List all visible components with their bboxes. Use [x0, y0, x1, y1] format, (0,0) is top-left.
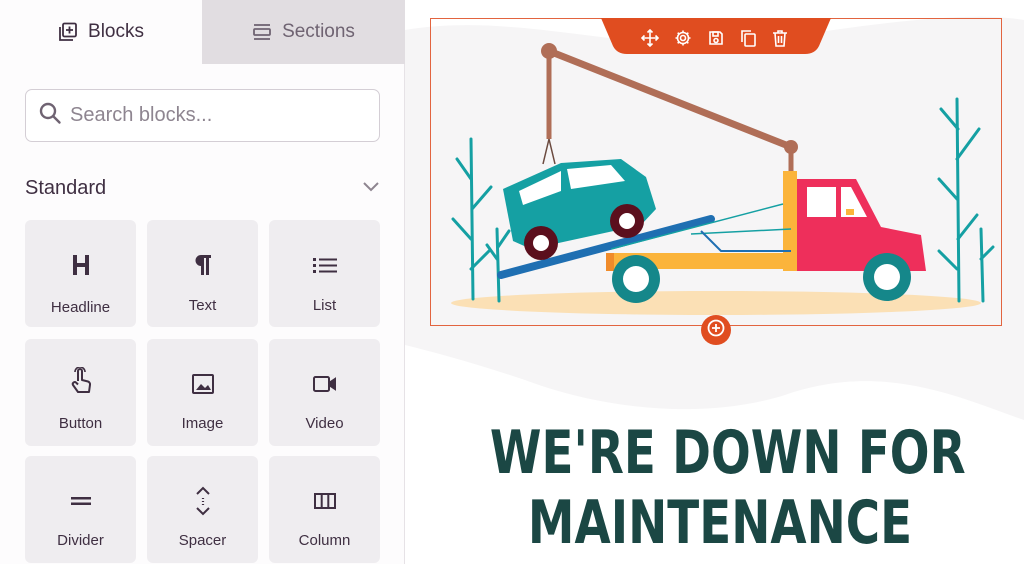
- settings-icon[interactable]: [672, 27, 694, 49]
- image-icon: [147, 369, 258, 399]
- block-label: Image: [181, 415, 224, 432]
- video-icon: [269, 369, 380, 399]
- plus-circle-icon: [707, 319, 725, 342]
- block-text[interactable]: Text: [147, 220, 258, 327]
- block-label: List: [312, 297, 337, 314]
- sections-icon: [252, 23, 272, 41]
- block-label: Divider: [57, 532, 104, 549]
- blocks-panel: Blocks Sections Standard: [0, 0, 405, 564]
- duplicate-icon[interactable]: [737, 27, 759, 49]
- block-button[interactable]: Button: [25, 339, 136, 446]
- block-video[interactable]: Video: [269, 339, 380, 446]
- page-canvas: WE'RE DOWN FOR MAINTENANCE: [405, 0, 1024, 564]
- paragraph-icon: [147, 250, 258, 280]
- search-box[interactable]: [25, 89, 380, 142]
- block-label: Text: [188, 297, 217, 314]
- panel-tabs: Blocks Sections: [0, 0, 405, 64]
- delete-icon[interactable]: [769, 27, 791, 49]
- block-image[interactable]: Image: [147, 339, 258, 446]
- section-toggle-standard[interactable]: Standard: [25, 172, 380, 204]
- selected-image-block[interactable]: [430, 18, 1002, 326]
- block-label: Column: [298, 532, 351, 549]
- tab-blocks-label: Blocks: [88, 21, 144, 42]
- move-icon[interactable]: [639, 27, 661, 49]
- tab-blocks[interactable]: Blocks: [0, 0, 202, 64]
- search-input[interactable]: [70, 104, 360, 127]
- maintenance-headline[interactable]: WE'RE DOWN FOR MAINTENANCE: [489, 418, 966, 558]
- headline-icon: [25, 250, 136, 280]
- search-icon: [38, 101, 62, 130]
- save-icon[interactable]: [705, 27, 727, 49]
- tab-sections-label: Sections: [282, 21, 355, 42]
- block-divider[interactable]: Divider: [25, 456, 136, 563]
- block-list[interactable]: List: [269, 220, 380, 327]
- spacer-icon: [147, 486, 258, 516]
- block-label: Video: [305, 415, 344, 432]
- block-label: Spacer: [178, 532, 227, 549]
- column-icon: [269, 486, 380, 516]
- add-block-button[interactable]: [701, 315, 731, 345]
- chevron-down-icon: [362, 179, 380, 197]
- block-label: Button: [58, 415, 103, 432]
- section-title: Standard: [25, 176, 107, 199]
- block-column[interactable]: Column: [269, 456, 380, 563]
- block-headline[interactable]: Headline: [25, 220, 136, 327]
- divider-icon: [25, 486, 136, 516]
- block-toolbar: [601, 18, 831, 54]
- headline-line-2: MAINTENANCE: [527, 488, 913, 558]
- headline-line-1: WE'RE DOWN FOR: [489, 418, 966, 488]
- blocks-add-icon: [58, 22, 78, 42]
- block-label: Headline: [50, 299, 111, 316]
- block-spacer[interactable]: Spacer: [147, 456, 258, 563]
- pointer-hand-icon: [25, 367, 136, 397]
- tab-sections[interactable]: Sections: [202, 0, 405, 64]
- list-icon: [269, 250, 380, 280]
